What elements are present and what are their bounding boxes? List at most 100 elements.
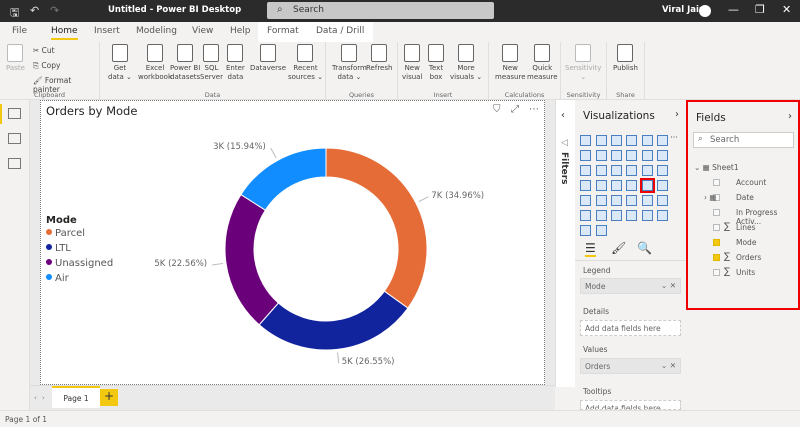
refresh-button[interactable]: Refresh xyxy=(366,44,392,73)
visual-type-icon[interactable] xyxy=(580,150,592,161)
field-account[interactable]: Account xyxy=(736,178,766,187)
field-orders[interactable]: Orders xyxy=(736,253,761,262)
visual-type-icon[interactable] xyxy=(657,210,669,221)
field-checkbox[interactable] xyxy=(713,269,720,276)
field-checkbox[interactable] xyxy=(713,179,720,186)
tab-home[interactable]: Home xyxy=(51,26,78,40)
save-icon[interactable]: 🖫 xyxy=(10,4,19,23)
sensitivity-button[interactable]: Sensitivity ⌄ xyxy=(565,44,601,82)
expand-icon[interactable]: › xyxy=(675,109,679,120)
visual-type-icon[interactable] xyxy=(595,165,607,176)
legend-well[interactable]: Mode ⌄ ✕ xyxy=(580,278,681,294)
copy-button[interactable]: ⎘ Copy xyxy=(33,61,60,71)
visual-type-icon[interactable] xyxy=(641,195,653,206)
transformdata-button[interactable]: Transform data ⌄ xyxy=(332,44,367,82)
visual-type-icon[interactable] xyxy=(610,180,622,191)
enterdata-button[interactable]: Enter data xyxy=(226,44,245,82)
visual-type-icon[interactable] xyxy=(610,150,622,161)
values-well[interactable]: Orders ⌄ ✕ xyxy=(580,358,681,374)
fields-search-input[interactable]: ⌕ Search xyxy=(693,132,794,148)
visual-type-icon[interactable] xyxy=(580,180,592,191)
donut-slice-unassigned[interactable] xyxy=(224,193,280,326)
donut-slice-ltl[interactable] xyxy=(258,290,409,351)
report-view-icon[interactable] xyxy=(8,108,21,119)
remove-icon[interactable]: ⌄ ✕ xyxy=(661,281,676,290)
prev-page-icon[interactable]: ‹ xyxy=(34,394,37,402)
visual-type-icon[interactable] xyxy=(657,165,669,176)
filters-pane-collapsed[interactable]: ‹ ◁ Filters xyxy=(555,100,575,387)
next-page-icon[interactable]: › xyxy=(42,394,45,402)
tab-view[interactable]: View xyxy=(192,26,213,36)
visual-type-icon[interactable] xyxy=(580,135,592,146)
visual-type-icon[interactable] xyxy=(626,135,638,146)
visual-type-icon[interactable] xyxy=(626,180,638,191)
publish-button[interactable]: Publish xyxy=(613,44,638,73)
donut-chart-type-icon[interactable] xyxy=(639,178,655,193)
visual-type-icon[interactable] xyxy=(580,210,592,221)
visual-type-icon[interactable] xyxy=(580,195,592,206)
tooltips-well[interactable]: Add data fields here xyxy=(580,400,681,410)
visual-type-icon[interactable] xyxy=(580,165,592,176)
visual-type-icon[interactable] xyxy=(657,135,669,146)
sqlserver-button[interactable]: SQL Server xyxy=(200,44,223,82)
visual-type-icon[interactable] xyxy=(595,150,607,161)
visual-type-icon[interactable] xyxy=(595,135,607,146)
newvisual-button[interactable]: New visual xyxy=(402,44,422,82)
visual-type-icon[interactable] xyxy=(657,195,669,206)
paste-button[interactable]: Paste xyxy=(6,44,25,73)
power-bidatasets-button[interactable]: Power BI datasets xyxy=(170,44,200,82)
tab-help[interactable]: Help xyxy=(230,26,251,36)
undo-icon[interactable]: ↶ xyxy=(30,4,39,17)
visual-type-icon[interactable] xyxy=(580,225,592,236)
restore-icon[interactable]: ❐ xyxy=(755,3,765,16)
donut-slice-parcel[interactable] xyxy=(325,147,428,309)
tab-insert[interactable]: Insert xyxy=(94,26,120,36)
tab-format[interactable]: Format xyxy=(258,22,308,42)
visual-type-icon[interactable] xyxy=(610,165,622,176)
page-tab-1[interactable]: Page 1 xyxy=(52,386,100,408)
field-date[interactable]: Date xyxy=(736,193,754,202)
fields-tab-icon[interactable]: ☰ xyxy=(585,241,596,257)
field-checkbox[interactable] xyxy=(713,209,720,216)
visual-type-icon[interactable] xyxy=(641,165,653,176)
more-visuals-icon[interactable]: ··· xyxy=(670,133,678,142)
field-lines[interactable]: Lines xyxy=(736,223,756,232)
details-well[interactable]: Add data fields here xyxy=(580,320,681,336)
field-checkbox[interactable] xyxy=(713,224,720,231)
morevisuals-button[interactable]: More visuals ⌄ xyxy=(450,44,482,82)
add-page-button[interactable]: + xyxy=(100,389,118,406)
dataverse-button[interactable]: Dataverse xyxy=(250,44,286,73)
visual-type-icon[interactable] xyxy=(641,150,653,161)
donut-slice-air[interactable] xyxy=(240,147,327,211)
visual-type-icon[interactable] xyxy=(626,210,638,221)
field-checkbox[interactable] xyxy=(713,239,720,246)
visual-type-icon[interactable] xyxy=(626,195,638,206)
getdata-button[interactable]: Get data ⌄ xyxy=(108,44,132,82)
newmeasure-button[interactable]: New measure xyxy=(495,44,526,82)
recentsources-button[interactable]: Recent sources ⌄ xyxy=(288,44,323,82)
expand-icon[interactable]: › xyxy=(788,111,792,122)
visual-type-icon[interactable] xyxy=(595,180,607,191)
model-view-icon[interactable] xyxy=(8,158,21,169)
data-view-icon[interactable] xyxy=(8,133,21,144)
excelworkbook-button[interactable]: Excel workbook xyxy=(138,44,172,82)
visual-type-icon[interactable] xyxy=(657,180,669,191)
visual-type-icon[interactable] xyxy=(641,135,653,146)
visual-type-icon[interactable] xyxy=(595,210,607,221)
remove-icon[interactable]: ⌄ ✕ xyxy=(661,361,676,370)
minimize-icon[interactable]: — xyxy=(728,3,739,16)
visual-type-icon[interactable] xyxy=(626,150,638,161)
field-checkbox[interactable] xyxy=(713,254,720,261)
donut-chart-visual[interactable]: Orders by Mode ⛉ ⤢ ⋯ Mode Parcel LTL Unass… xyxy=(40,100,545,385)
collapse-icon[interactable]: ‹ xyxy=(561,110,565,121)
textbox-button[interactable]: Text box xyxy=(428,44,444,82)
visual-type-icon[interactable] xyxy=(641,210,653,221)
visual-type-icon[interactable] xyxy=(595,225,607,236)
visual-type-icon[interactable] xyxy=(610,195,622,206)
format-tab-icon[interactable]: 🖌 xyxy=(611,241,626,255)
avatar[interactable] xyxy=(699,5,711,17)
close-icon[interactable]: ✕ xyxy=(782,3,791,16)
tab-data-drill[interactable]: Data / Drill xyxy=(307,22,374,42)
visual-type-icon[interactable] xyxy=(626,165,638,176)
field-units[interactable]: Units xyxy=(736,268,755,277)
